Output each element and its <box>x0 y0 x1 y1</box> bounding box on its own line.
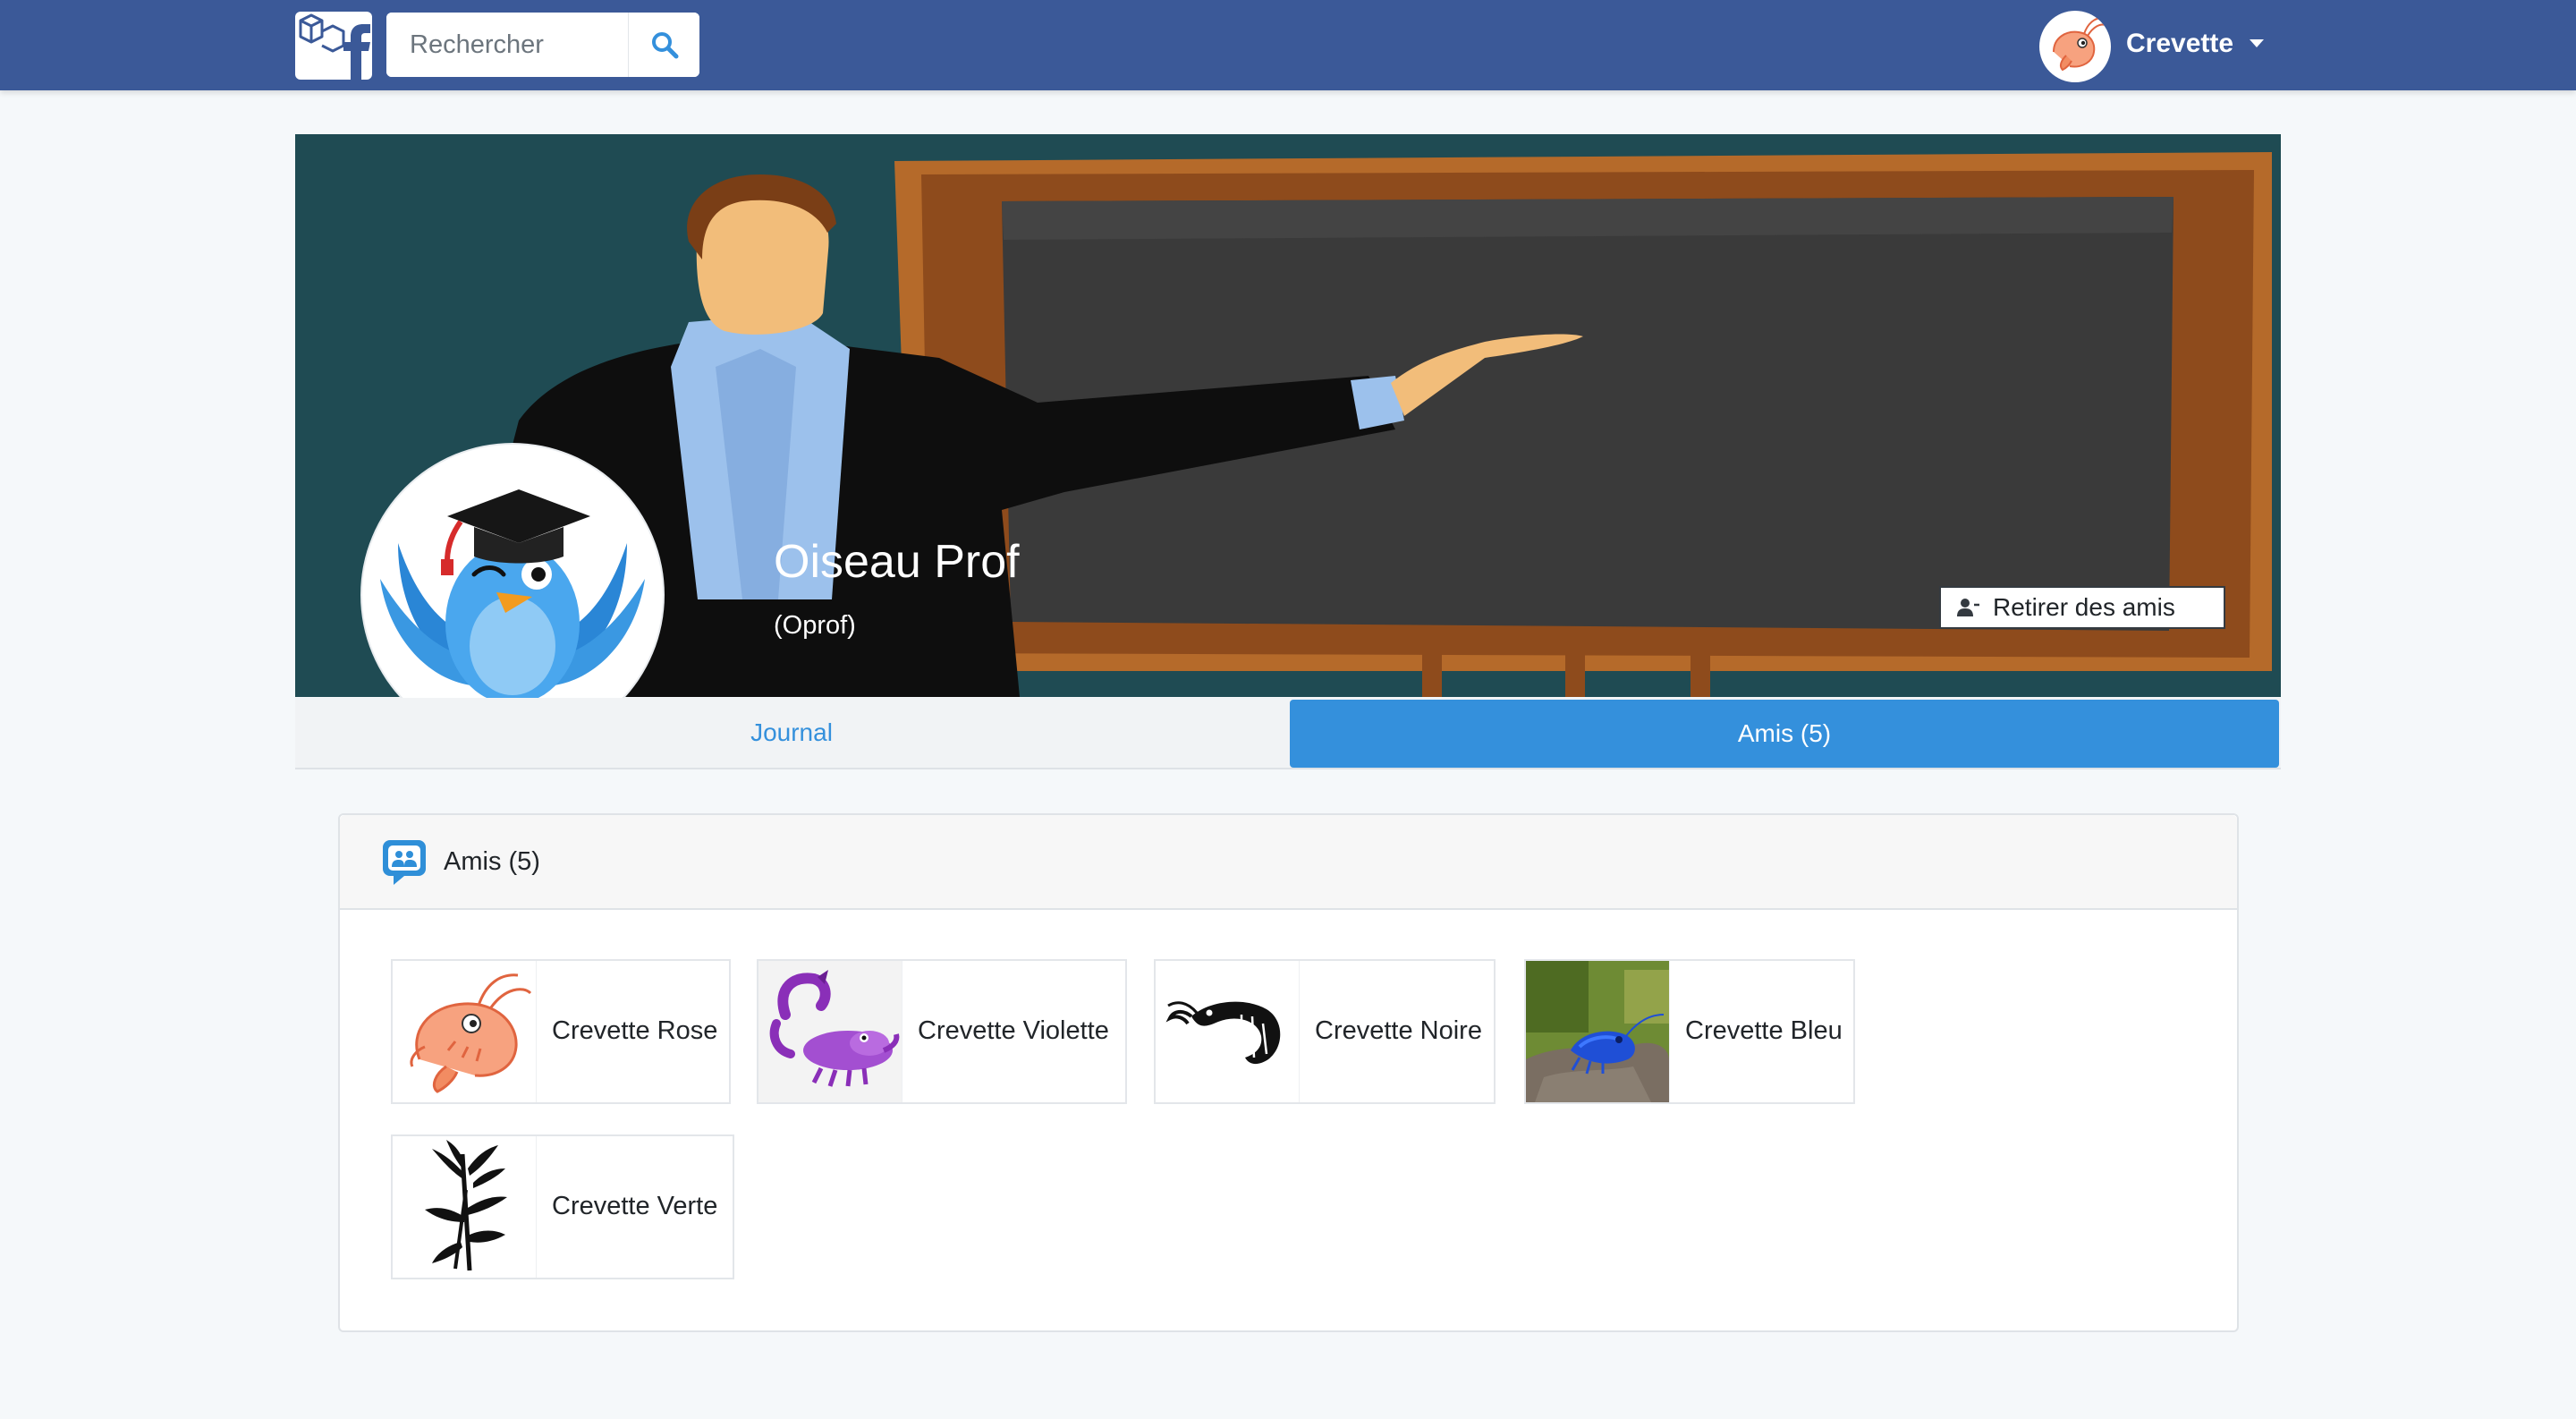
profile-name: Oiseau Prof <box>774 536 1020 588</box>
friend-name[interactable]: Crevette Rose <box>552 1016 717 1046</box>
purple-scorpion-icon <box>758 961 902 1102</box>
unfriend-label: Retirer des amis <box>1993 593 2175 621</box>
nav-username[interactable]: Crevette <box>2126 29 2233 59</box>
tab-friends[interactable]: Amis (5) <box>1290 700 2279 768</box>
profile-handle: (Oprof) <box>774 611 856 640</box>
pink-shrimp-icon <box>393 961 537 1102</box>
friend-item[interactable]: Crevette Violette <box>757 959 1127 1104</box>
friend-name[interactable]: Crevette Verte <box>552 1192 717 1221</box>
friends-card-title: Amis (5) <box>444 847 540 876</box>
bamboo-icon <box>393 1136 537 1278</box>
friend-item[interactable]: Crevette Verte <box>391 1134 734 1279</box>
laravel-facebook-logo[interactable] <box>295 12 372 80</box>
user-remove-icon <box>1955 595 1980 620</box>
logo-graphic <box>299 13 370 80</box>
avatar[interactable] <box>2039 11 2111 82</box>
friend-name[interactable]: Crevette Noire <box>1315 1016 1482 1046</box>
friend-name[interactable]: Crevette Violette <box>918 1016 1109 1046</box>
tab-journal[interactable]: Journal <box>295 698 1288 768</box>
search-box <box>386 13 699 77</box>
friends-chat-icon <box>383 840 426 885</box>
profile-tabs: Journal Amis (5) <box>295 698 2281 769</box>
friend-item[interactable]: Crevette Rose <box>391 959 731 1104</box>
search-button[interactable] <box>628 13 699 77</box>
shrimp-avatar-icon <box>2053 17 2106 72</box>
friend-name[interactable]: Crevette Bleu <box>1685 1016 1843 1046</box>
friend-item[interactable]: Crevette Bleu <box>1524 959 1855 1104</box>
friends-card: Amis (5) Crevette Rose Crevette Violette… <box>338 813 2239 1332</box>
friend-item[interactable]: Crevette Noire <box>1154 959 1496 1104</box>
search-icon <box>652 32 679 59</box>
search-input[interactable] <box>386 13 628 77</box>
friends-card-header: Amis (5) <box>340 815 2237 910</box>
chevron-down-icon[interactable] <box>2250 39 2264 47</box>
black-shrimp-icon <box>1156 961 1300 1102</box>
user-menu-toggle[interactable]: Crevette <box>2039 9 2281 82</box>
unfriend-button[interactable]: Retirer des amis <box>1939 586 2225 629</box>
top-navbar: Crevette <box>0 0 2576 90</box>
blue-shrimp-photo <box>1526 961 1670 1102</box>
